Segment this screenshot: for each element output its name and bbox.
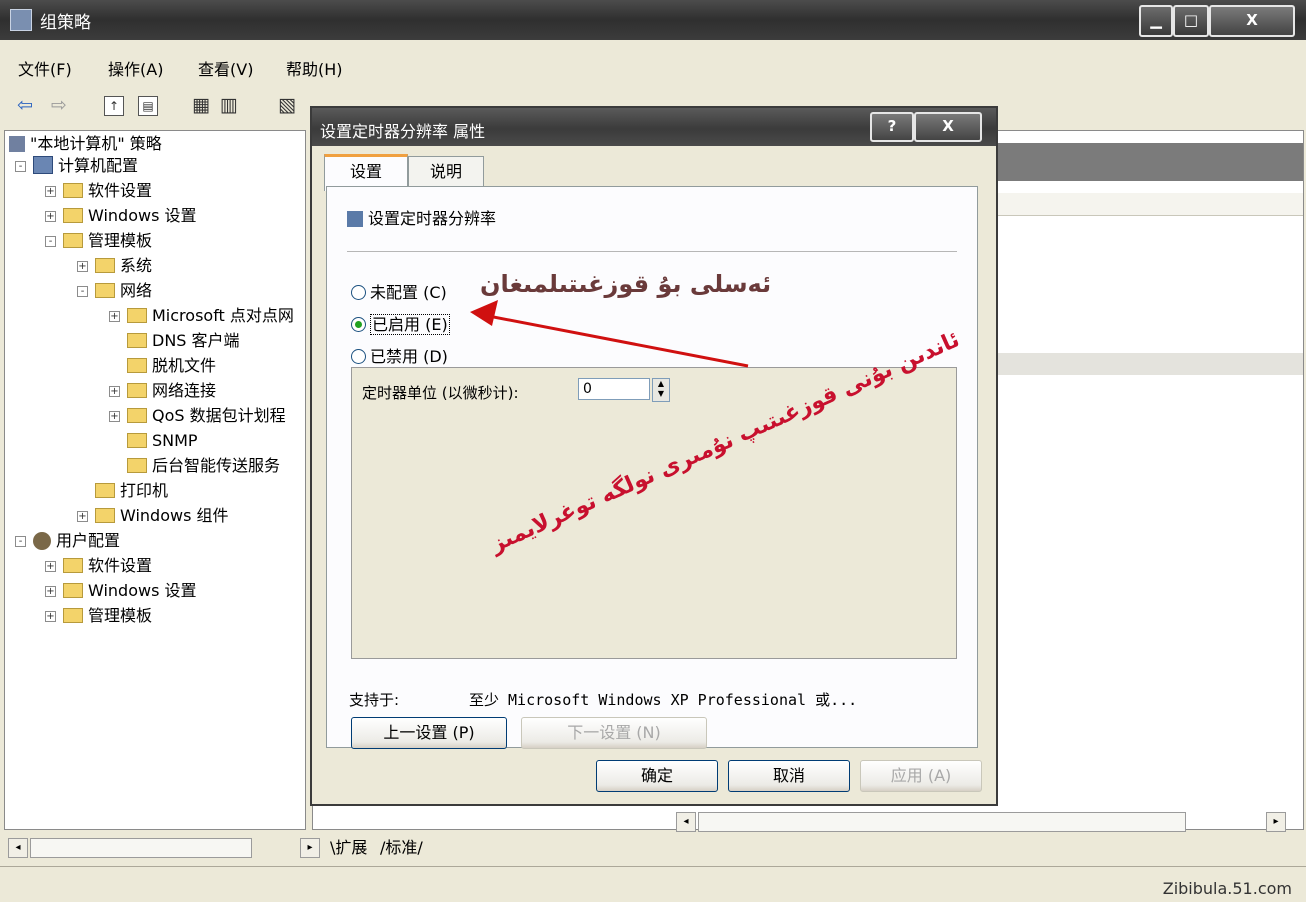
annotation-original-state: ئەسلى بۇ قوزغىتىلمىغان: [480, 270, 772, 298]
annotation-arrowhead: [470, 300, 498, 326]
annotation-arrow: [477, 312, 749, 368]
annotation-layer: [470, 300, 749, 368]
